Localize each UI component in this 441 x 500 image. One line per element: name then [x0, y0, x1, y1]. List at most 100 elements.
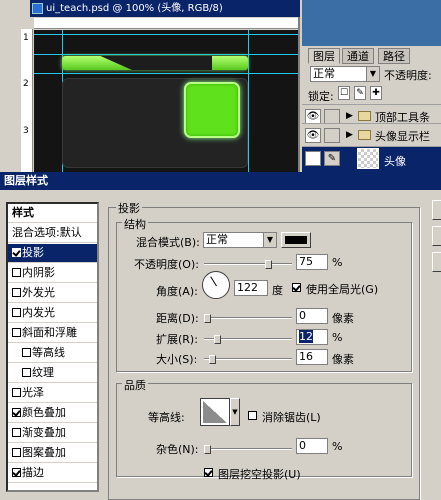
style-item-contour[interactable]: 等高线 [8, 344, 97, 363]
noise-input[interactable]: 0 [296, 438, 328, 454]
slider-track [204, 263, 292, 265]
expand-triangle-icon[interactable]: ▶ [346, 111, 353, 121]
opacity-input[interactable]: 75 [296, 254, 328, 270]
style-item-label: 光泽 [22, 386, 44, 399]
style-list: 样式 混合选项:默认 投影 内阴影 外发光 内发光 斜面和浮雕 等高线 纹理 光… [6, 202, 99, 492]
layer-blend-mode-select[interactable]: 正常 ▼ [310, 66, 380, 82]
global-light-checkbox[interactable] [292, 283, 301, 292]
contour-preview[interactable] [200, 398, 230, 426]
noise-slider[interactable] [204, 443, 292, 455]
slider-thumb[interactable] [214, 335, 221, 344]
opacity-slider[interactable] [204, 258, 292, 270]
layers-panel: 图层 通道 路径 正常 ▼ 不透明度: 锁定: ☐ ✎ ✚ 👁 ▶ 顶部工具条 … [302, 0, 441, 172]
dialog-title: 图层样式 [4, 174, 48, 187]
expand-triangle-icon[interactable]: ▶ [346, 130, 353, 140]
style-item-gradient-overlay[interactable]: 渐变叠加 [8, 424, 97, 443]
spread-label: 扩展(R): [156, 333, 198, 346]
antialias-label: 消除锯齿(L) [262, 411, 321, 424]
tab-channels[interactable]: 通道 [342, 48, 374, 64]
tab-layers[interactable]: 图层 [308, 48, 340, 64]
slider-thumb[interactable] [204, 445, 211, 454]
document-title-bar[interactable]: ui_teach.psd @ 100% (头像, RGB/8) [30, 0, 300, 17]
style-item-blending-options[interactable]: 混合选项:默认 [8, 224, 97, 243]
lock-transparent-icon[interactable]: ☐ [338, 86, 350, 100]
blend-mode-select[interactable]: 正常 ▼ [203, 232, 277, 248]
slider-thumb[interactable] [204, 314, 211, 323]
spread-slider[interactable] [204, 333, 292, 345]
checkbox[interactable] [22, 348, 31, 357]
checkbox[interactable] [12, 468, 21, 477]
style-item-styles[interactable]: 样式 [8, 204, 97, 223]
size-slider[interactable] [204, 353, 292, 365]
checkbox[interactable] [12, 288, 21, 297]
angle-input[interactable]: 122 [234, 280, 268, 296]
style-item-label: 颜色叠加 [22, 406, 66, 419]
checkbox[interactable] [12, 268, 21, 277]
layer-row[interactable]: 👁 ▶ 头像显示栏 [302, 123, 441, 146]
spread-input[interactable]: 12 [296, 329, 328, 345]
style-item-satin[interactable]: 光泽 [8, 384, 97, 403]
style-item-color-overlay[interactable]: 颜色叠加 [8, 404, 97, 423]
toolbar-green-left [62, 56, 132, 70]
checkbox[interactable] [12, 328, 21, 337]
layer-row-selected[interactable]: 👁 ✎ 头像 [302, 146, 441, 172]
style-item-texture[interactable]: 纹理 [8, 364, 97, 383]
horizontal-ruler [34, 18, 298, 29]
guide-line[interactable] [34, 73, 298, 74]
brush-icon[interactable]: ✎ [324, 151, 340, 166]
tab-paths[interactable]: 路径 [378, 48, 410, 64]
shadow-color-swatch[interactable] [281, 232, 311, 248]
guide-line[interactable] [34, 34, 298, 35]
new-style-button[interactable] [432, 252, 441, 272]
chevron-down-icon[interactable]: ▼ [230, 398, 240, 426]
checkbox[interactable] [12, 408, 21, 417]
style-item-label: 等高线 [32, 346, 65, 359]
style-item-outer-glow[interactable]: 外发光 [8, 284, 97, 303]
style-item-pattern-overlay[interactable]: 图案叠加 [8, 444, 97, 463]
lock-position-icon[interactable]: ✚ [370, 86, 382, 100]
style-item-bevel-emboss[interactable]: 斜面和浮雕 [8, 324, 97, 343]
slider-thumb[interactable] [209, 355, 216, 364]
checkbox[interactable] [12, 308, 21, 317]
eye-icon[interactable]: 👁 [305, 151, 321, 166]
cancel-button[interactable] [432, 226, 441, 246]
dialog-title-bar[interactable]: 图层样式 [0, 172, 441, 190]
checkbox[interactable] [12, 388, 21, 397]
checkbox[interactable] [12, 248, 21, 257]
distance-slider[interactable] [204, 312, 292, 324]
ok-button[interactable] [432, 200, 441, 220]
antialias-checkbox[interactable] [248, 411, 257, 420]
style-item-stroke[interactable]: 描边 [8, 464, 97, 483]
style-item-inner-shadow[interactable]: 内阴影 [8, 264, 97, 283]
drop-shadow-settings: 投影 结构 混合模式(B): 正常 ▼ 不透明度(O): 75 % 角度(A):… [108, 200, 423, 500]
style-item-label: 混合选项:默认 [12, 226, 82, 239]
global-light-label: 使用全局光(G) [306, 283, 379, 296]
color-fill [285, 236, 307, 244]
guide-line[interactable] [34, 54, 298, 55]
chevron-down-icon[interactable]: ▼ [366, 67, 379, 81]
size-input[interactable]: 16 [296, 349, 328, 365]
opacity-label: 不透明度(O): [134, 258, 199, 271]
link-slot[interactable] [324, 128, 340, 143]
lock-image-icon[interactable]: ✎ [354, 86, 366, 100]
slider-thumb[interactable] [265, 260, 272, 269]
style-item-label: 内阴影 [22, 266, 55, 279]
link-slot[interactable] [324, 109, 340, 124]
checkbox[interactable] [22, 368, 31, 377]
style-item-inner-glow[interactable]: 内发光 [8, 304, 97, 323]
guide-line[interactable] [248, 30, 249, 172]
toolbar-green-right [212, 56, 248, 70]
eye-icon[interactable]: 👁 [305, 109, 321, 124]
eye-icon[interactable]: 👁 [305, 128, 321, 143]
document-canvas[interactable] [34, 30, 298, 172]
checkbox[interactable] [12, 448, 21, 457]
angle-dial[interactable] [202, 271, 230, 299]
chevron-down-icon[interactable]: ▼ [263, 233, 276, 247]
distance-input[interactable]: 0 [296, 308, 328, 324]
checkbox[interactable] [12, 428, 21, 437]
style-item-drop-shadow[interactable]: 投影 [8, 244, 97, 263]
style-item-label: 渐变叠加 [22, 426, 66, 439]
section-title: 投影 [116, 200, 142, 216]
knockout-checkbox[interactable] [204, 468, 213, 477]
ruler-mark: 1 [23, 33, 29, 43]
